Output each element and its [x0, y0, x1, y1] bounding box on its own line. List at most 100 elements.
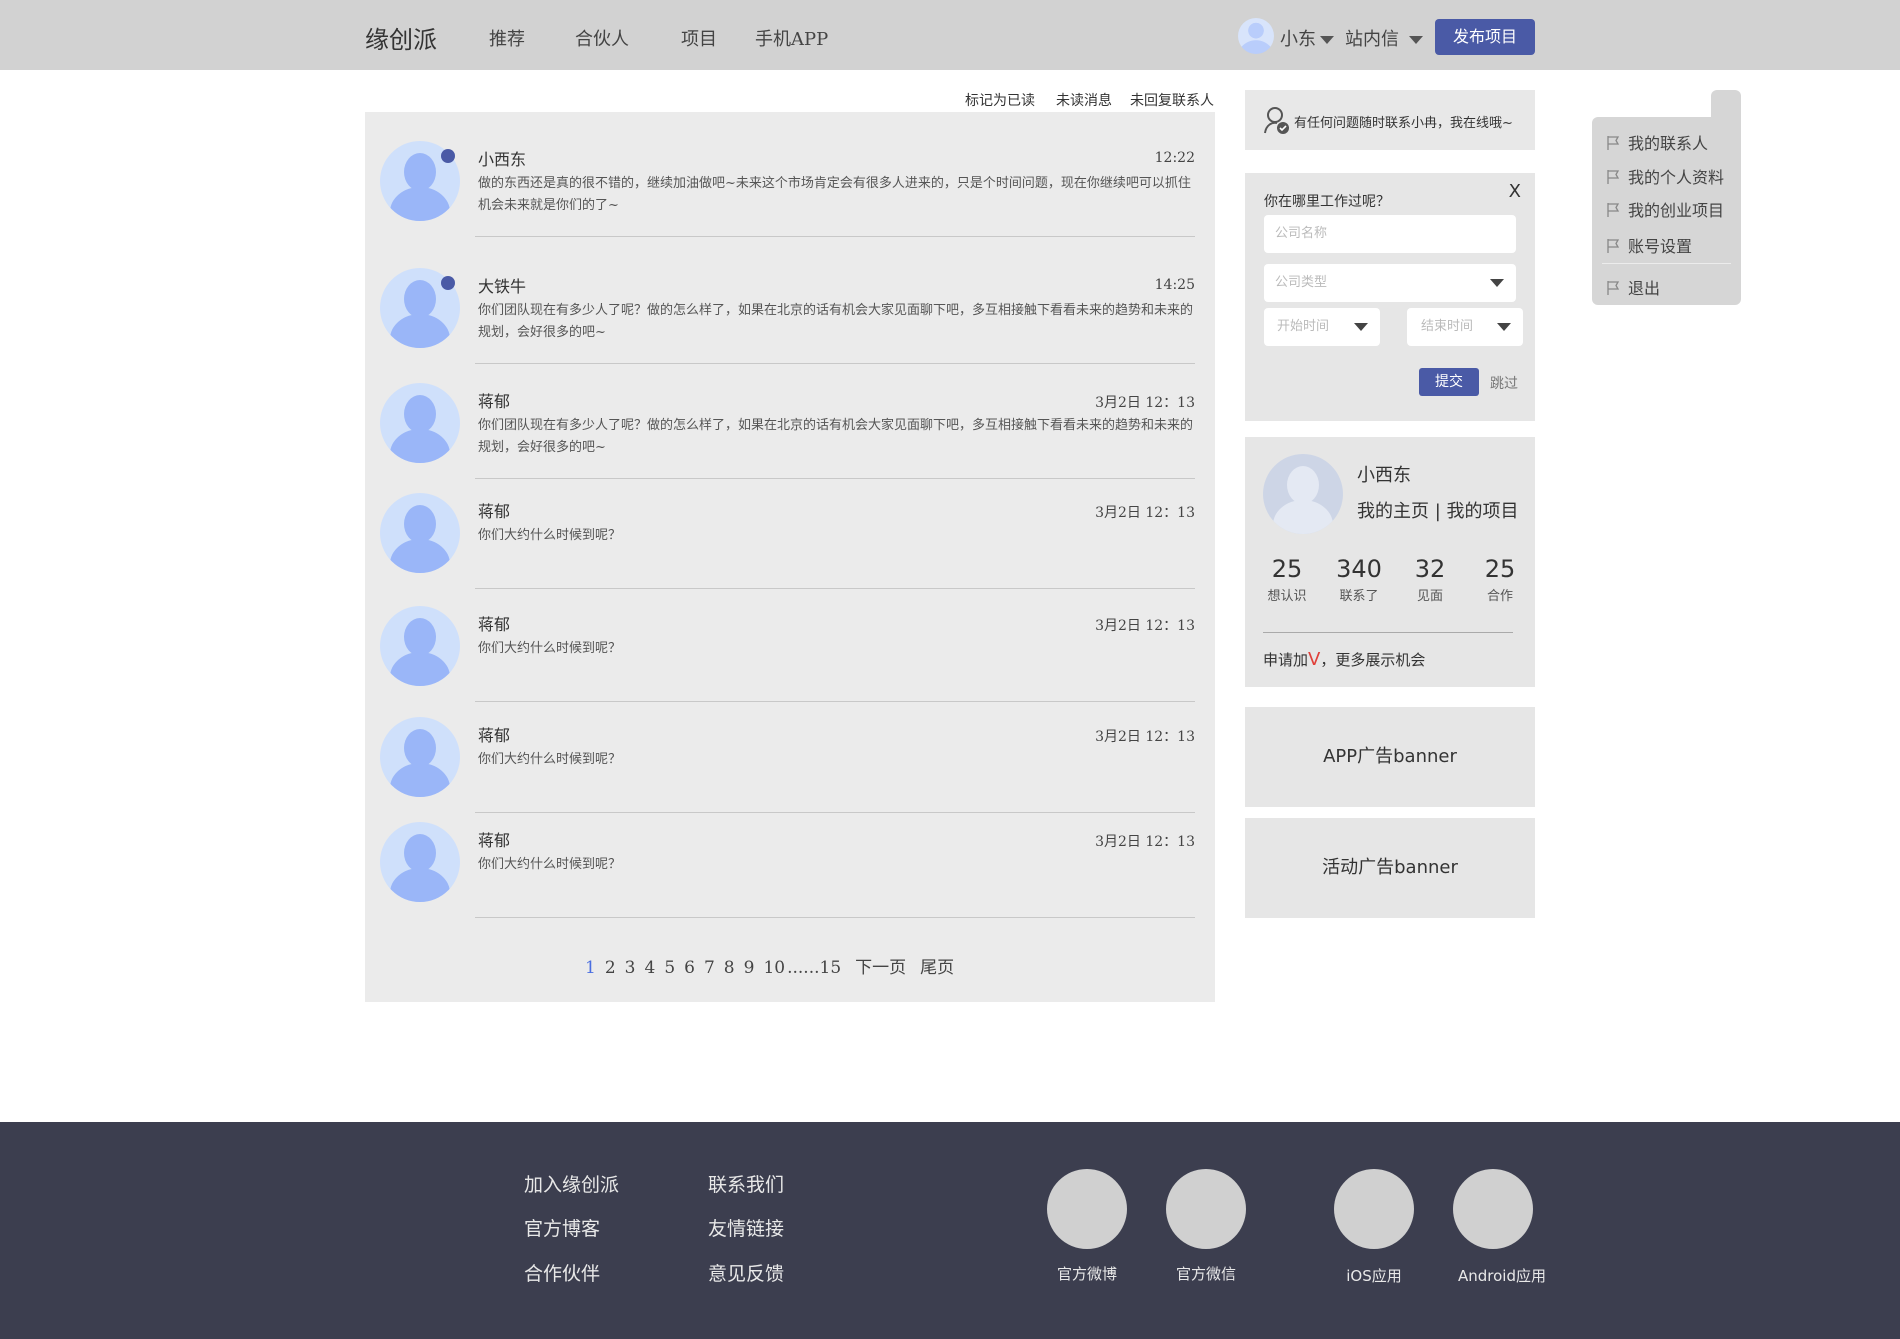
- apply-verified-link[interactable]: 申请加V，更多展示机会: [1263, 649, 1425, 670]
- chevron-down-icon: [1409, 36, 1423, 44]
- stat-cooperate[interactable]: 25 合作: [1470, 555, 1530, 604]
- stat-contacted[interactable]: 340 联系了: [1329, 555, 1389, 604]
- profile-links[interactable]: 我的主页 | 我的项目: [1357, 497, 1519, 523]
- mark-read-link[interactable]: 标记为已读: [965, 90, 1035, 110]
- contact-avatar[interactable]: [380, 822, 460, 902]
- contact-name[interactable]: 蒋郁: [478, 498, 510, 522]
- message-text: 你们大约什么时候到呢？: [478, 528, 622, 543]
- footer-blog-link[interactable]: 官方博客: [524, 1214, 600, 1241]
- unread-messages-link[interactable]: 未读消息: [1056, 90, 1112, 110]
- nav-mobile-app[interactable]: 手机APP: [755, 25, 828, 51]
- menu-account-settings[interactable]: 账号设置: [1606, 233, 1692, 257]
- help-contact-box[interactable]: 有任何问题随时联系小冉，我在线哦~: [1245, 90, 1535, 150]
- contact-name[interactable]: 蒋郁: [478, 388, 510, 412]
- contact-avatar[interactable]: [380, 493, 460, 573]
- stat-number: 340: [1336, 555, 1382, 583]
- page-5[interactable]: 5: [664, 958, 675, 978]
- page-2[interactable]: 2: [605, 958, 616, 978]
- nav-partners[interactable]: 合伙人: [575, 25, 629, 51]
- publish-project-button[interactable]: 发布项目: [1435, 19, 1535, 55]
- menu-my-contacts[interactable]: 我的联系人: [1606, 130, 1708, 154]
- menu-divider: [1602, 263, 1731, 264]
- start-date-select[interactable]: 开始时间: [1264, 308, 1380, 346]
- footer-feedback-link[interactable]: 意见反馈: [708, 1259, 784, 1286]
- last-page-link[interactable]: 尾页: [920, 958, 954, 978]
- menu-label: 退出: [1628, 279, 1661, 298]
- message-time: 3月2日 12：13: [1095, 618, 1195, 634]
- flag-icon: [1607, 281, 1620, 295]
- profile-avatar[interactable]: [1263, 454, 1343, 534]
- wechat-icon[interactable]: [1166, 1169, 1246, 1249]
- company-name-input[interactable]: 公司名称: [1264, 215, 1516, 253]
- divider: [475, 478, 1195, 479]
- page-4[interactable]: 4: [644, 958, 655, 978]
- message-time: 12:22: [1154, 150, 1195, 166]
- contact-avatar[interactable]: [380, 717, 460, 797]
- contact-name[interactable]: 蒋郁: [478, 611, 510, 635]
- footer-contact-link[interactable]: 联系我们: [708, 1170, 784, 1197]
- contact-name[interactable]: 蒋郁: [478, 827, 510, 851]
- stat-number: 25: [1271, 555, 1303, 583]
- footer-join-link[interactable]: 加入缘创派: [524, 1170, 619, 1197]
- start-date-placeholder: 开始时间: [1277, 319, 1330, 334]
- unreplied-contacts-link[interactable]: 未回复联系人: [1130, 90, 1214, 110]
- ios-app-icon[interactable]: [1334, 1169, 1414, 1249]
- close-button[interactable]: X: [1509, 181, 1521, 202]
- contact-name[interactable]: 小西东: [478, 146, 526, 170]
- stat-want-to-know[interactable]: 25 想认识: [1257, 555, 1317, 604]
- menu-label: 账号设置: [1628, 237, 1693, 256]
- page-6[interactable]: 6: [684, 958, 695, 978]
- contact-name[interactable]: 蒋郁: [478, 722, 510, 746]
- contact-avatar[interactable]: [380, 606, 460, 686]
- page-9[interactable]: 9: [744, 958, 755, 978]
- user-avatar[interactable]: [1238, 18, 1274, 54]
- message-text: 你们大约什么时候到呢？: [478, 752, 622, 767]
- company-type-select[interactable]: 公司类型: [1264, 264, 1516, 302]
- next-page-link[interactable]: 下一页: [855, 958, 906, 978]
- site-logo[interactable]: 缘创派: [365, 20, 437, 55]
- weibo-icon[interactable]: [1047, 1169, 1127, 1249]
- stat-label: 见面: [1416, 589, 1443, 604]
- chevron-down-icon: [1320, 36, 1334, 44]
- menu-logout[interactable]: 退出: [1606, 275, 1660, 299]
- divider: [475, 588, 1195, 589]
- nav-projects[interactable]: 项目: [681, 25, 717, 51]
- nav-recommend[interactable]: 推荐: [489, 25, 525, 51]
- profile-name[interactable]: 小西东: [1357, 461, 1411, 487]
- page-7[interactable]: 7: [704, 958, 715, 978]
- skip-link[interactable]: 跳过: [1490, 373, 1518, 393]
- help-text: 有任何问题随时联系小冉，我在线哦~: [1294, 116, 1513, 131]
- flag-icon: [1607, 170, 1620, 184]
- page-1[interactable]: 1: [585, 958, 596, 978]
- footer-friend-links[interactable]: 友情链接: [708, 1214, 784, 1241]
- stat-number: 25: [1484, 555, 1516, 583]
- message-time: 3月2日 12：13: [1095, 729, 1195, 745]
- top-navbar: 缘创派 推荐 合伙人 项目 手机APP 小东 站内信 发布项目: [0, 0, 1900, 70]
- android-app-icon[interactable]: [1453, 1169, 1533, 1249]
- user-menu-toggle[interactable]: 小东: [1280, 25, 1334, 51]
- contact-avatar[interactable]: [380, 383, 460, 463]
- divider: [1263, 632, 1513, 633]
- stat-label: 想认识: [1267, 589, 1307, 604]
- page-15[interactable]: ......15: [787, 958, 841, 978]
- message-time: 3月2日 12：13: [1095, 395, 1195, 411]
- user-dropdown-menu: 我的联系人 我的个人资料 我的创业项目 账号设置 退出: [1592, 117, 1741, 305]
- contact-name[interactable]: 大铁牛: [478, 273, 526, 297]
- user-name: 小东: [1280, 29, 1316, 50]
- submit-button[interactable]: 提交: [1419, 368, 1479, 396]
- verified-v-icon: V: [1308, 649, 1321, 670]
- app-ad-banner[interactable]: APP广告banner: [1245, 707, 1535, 807]
- end-date-select[interactable]: 结束时间: [1407, 308, 1523, 346]
- activity-ad-banner[interactable]: 活动广告banner: [1245, 818, 1535, 918]
- divider: [475, 812, 1195, 813]
- menu-my-projects[interactable]: 我的创业项目: [1606, 197, 1724, 221]
- menu-my-profile[interactable]: 我的个人资料: [1606, 164, 1724, 188]
- page-8[interactable]: 8: [724, 958, 735, 978]
- page-3[interactable]: 3: [625, 958, 636, 978]
- stat-met[interactable]: 32 见面: [1400, 555, 1460, 604]
- flag-icon: [1607, 136, 1620, 150]
- page-10[interactable]: 10: [763, 958, 785, 978]
- messages-menu-toggle[interactable]: 站内信: [1345, 25, 1423, 51]
- footer-partners-link[interactable]: 合作伙伴: [524, 1259, 600, 1286]
- divider: [475, 236, 1195, 237]
